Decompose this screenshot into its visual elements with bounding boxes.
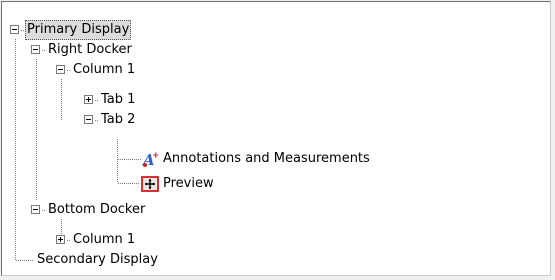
- move-cross-icon: [141, 176, 159, 192]
- tree-node-label[interactable]: Right Docker: [46, 40, 134, 60]
- collapse-toggle[interactable]: [10, 25, 19, 34]
- annotation-icon: A +: [142, 151, 158, 167]
- svg-text:+: +: [152, 151, 158, 161]
- tree-node-bottom-docker[interactable]: Bottom Docker: [2, 200, 202, 220]
- tree-node-label[interactable]: Tab 1: [99, 90, 137, 110]
- tree-node-column-1[interactable]: Column 1: [2, 60, 202, 80]
- display-tree[interactable]: Primary Display Right Docker Column 1 Ta…: [1, 1, 551, 276]
- tree-node-annotations-and-measurements[interactable]: A + Annotations and Measurements: [2, 149, 482, 169]
- tree-node-tab-1[interactable]: Tab 1: [2, 90, 202, 110]
- tree-node-tab-2[interactable]: Tab 2: [2, 110, 202, 130]
- tree-node-label[interactable]: Secondary Display: [35, 250, 160, 270]
- expand-toggle[interactable]: [56, 235, 65, 244]
- tree-node-label[interactable]: Preview: [161, 174, 216, 194]
- tree-node-label[interactable]: Bottom Docker: [46, 200, 147, 220]
- collapse-toggle[interactable]: [56, 65, 65, 74]
- tree-node-primary-display[interactable]: Primary Display: [2, 20, 202, 40]
- tree-node-label[interactable]: Annotations and Measurements: [161, 149, 372, 169]
- tree-node-label[interactable]: Tab 2: [99, 110, 137, 130]
- tree-node-secondary-display[interactable]: Secondary Display: [2, 250, 202, 270]
- tree-node-label[interactable]: Primary Display: [25, 20, 132, 40]
- tree-node-preview[interactable]: Preview: [2, 174, 302, 194]
- collapse-toggle[interactable]: [31, 205, 40, 214]
- expand-toggle[interactable]: [84, 95, 93, 104]
- tree-node-column-1[interactable]: Column 1: [2, 230, 202, 250]
- tree-node-label[interactable]: Column 1: [71, 60, 137, 80]
- tree-node-label[interactable]: Column 1: [71, 230, 137, 250]
- collapse-toggle[interactable]: [31, 45, 40, 54]
- tree-node-right-docker[interactable]: Right Docker: [2, 40, 202, 60]
- collapse-toggle[interactable]: [84, 115, 93, 124]
